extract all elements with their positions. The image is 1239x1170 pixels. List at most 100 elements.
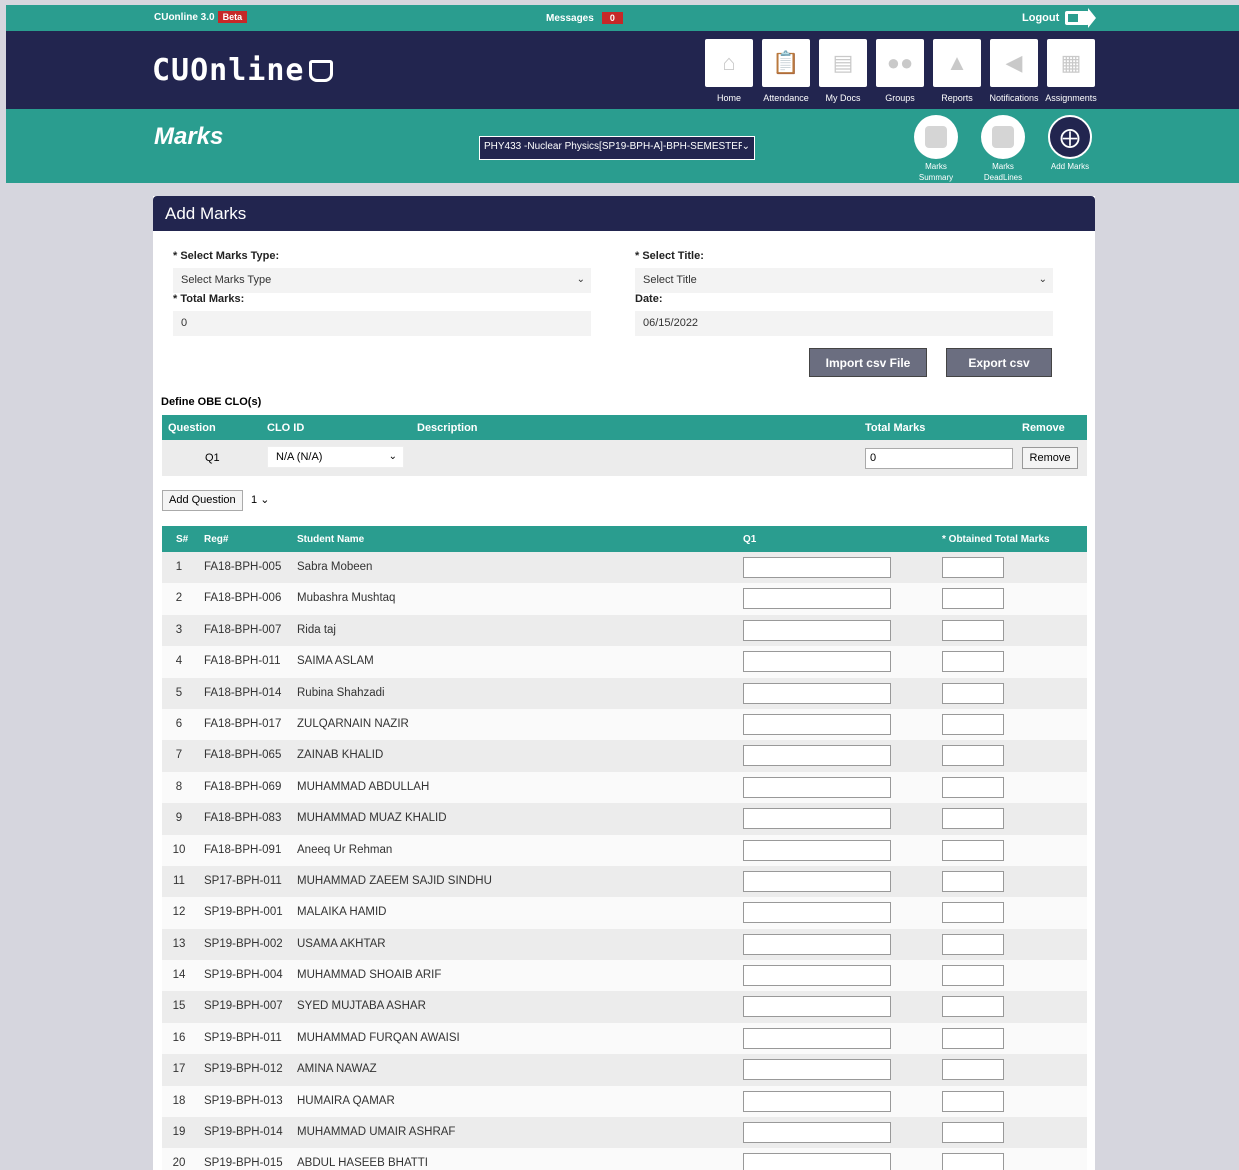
marks-deadlines-button[interactable]: Marks DeadLines bbox=[979, 115, 1027, 183]
obtained-total-input[interactable] bbox=[942, 745, 1004, 767]
obtained-total-input[interactable] bbox=[942, 619, 1004, 641]
table-row: 2 FA18-BPH-006 Mubashra Mushtaq bbox=[162, 583, 1087, 615]
student-name: ABDUL HASEEB BHATTI bbox=[297, 1157, 429, 1170]
serial-number: 20 bbox=[172, 1157, 186, 1170]
q1-marks-input[interactable] bbox=[743, 902, 891, 924]
logout-label: Logout bbox=[1022, 12, 1060, 24]
table-row: 5 FA18-BPH-014 Rubina Shahzadi bbox=[162, 677, 1087, 709]
add-marks-button[interactable]: ⨁ Add Marks bbox=[1046, 115, 1094, 183]
calendar-icon-shape bbox=[992, 126, 1014, 148]
obtained-total-input[interactable] bbox=[942, 776, 1004, 798]
obtained-total-input[interactable] bbox=[942, 588, 1004, 610]
obtained-total-input[interactable] bbox=[942, 651, 1004, 673]
student-name: HUMAIRA QAMAR bbox=[297, 1094, 395, 1107]
registration-number: SP19-BPH-004 bbox=[204, 969, 283, 982]
label-line: Marks bbox=[992, 162, 1014, 171]
page-band: Marks PHY433 -Nuclear Physics[SP19-BPH-A… bbox=[6, 109, 1239, 183]
summary-icon bbox=[914, 115, 958, 159]
course-select[interactable]: PHY433 -Nuclear Physics[SP19-BPH-A]-BPH-… bbox=[479, 136, 755, 160]
nav-label: Assignments bbox=[1045, 93, 1097, 103]
obtained-total-input[interactable] bbox=[942, 839, 1004, 861]
q1-marks-input[interactable] bbox=[743, 996, 891, 1018]
col-student-name: Student Name bbox=[297, 534, 365, 545]
nav-notifications[interactable]: ◀ Notifications bbox=[988, 39, 1040, 103]
messages-link[interactable]: Messages 0 bbox=[546, 12, 623, 24]
q1-marks-input[interactable] bbox=[743, 651, 891, 673]
q1-marks-input[interactable] bbox=[743, 776, 891, 798]
cuonline-logo[interactable]: CUOnline bbox=[152, 53, 333, 88]
nav-groups[interactable]: ●● Groups bbox=[874, 39, 926, 103]
q1-marks-input[interactable] bbox=[743, 745, 891, 767]
main-header: CUOnline ⌂ Home 📋 Attendance ▤ My Docs ●● Gr… bbox=[6, 31, 1239, 109]
q1-marks-input[interactable] bbox=[743, 713, 891, 735]
q1-marks-input[interactable] bbox=[743, 1153, 891, 1170]
obtained-total-input[interactable] bbox=[942, 870, 1004, 892]
label-line: DeadLines bbox=[983, 173, 1023, 182]
table-row: 9 FA18-BPH-083 MUHAMMAD MUAZ KHALID bbox=[162, 803, 1087, 835]
date-input[interactable]: 06/15/2022 bbox=[635, 311, 1053, 336]
obtained-total-input[interactable] bbox=[942, 1090, 1004, 1112]
q1-marks-input[interactable] bbox=[743, 808, 891, 830]
obtained-total-input[interactable] bbox=[942, 713, 1004, 735]
q1-marks-input[interactable] bbox=[743, 839, 891, 861]
add-question-button[interactable]: Add Question bbox=[162, 490, 243, 511]
marks-type-select[interactable]: Select Marks Type ⌄ bbox=[173, 268, 591, 293]
obtained-total-input[interactable] bbox=[942, 1059, 1004, 1081]
student-name: MUHAMMAD FURQAN AWAISI bbox=[297, 1031, 460, 1044]
logout-button[interactable]: Logout bbox=[1022, 8, 1097, 28]
clo-total-marks-input[interactable]: 0 bbox=[865, 448, 1013, 469]
obtained-total-input[interactable] bbox=[942, 933, 1004, 955]
title-value: Select Title bbox=[643, 274, 697, 286]
q1-marks-input[interactable] bbox=[743, 965, 891, 987]
student-name: Rida taj bbox=[297, 623, 336, 636]
student-name: SAIMA ASLAM bbox=[297, 655, 374, 668]
marks-summary-label: Marks Summary bbox=[912, 161, 960, 183]
messages-label: Messages bbox=[546, 13, 594, 24]
q1-marks-input[interactable] bbox=[743, 1090, 891, 1112]
serial-number: 14 bbox=[172, 969, 186, 982]
student-name: SYED MUJTABA ASHAR bbox=[297, 1000, 426, 1013]
export-csv-button[interactable]: Export csv bbox=[946, 348, 1052, 377]
obtained-total-input[interactable] bbox=[942, 902, 1004, 924]
title-select[interactable]: Select Title ⌄ bbox=[635, 268, 1053, 293]
q1-marks-input[interactable] bbox=[743, 682, 891, 704]
serial-number: 19 bbox=[172, 1126, 186, 1139]
serial-number: 4 bbox=[175, 655, 183, 668]
q1-marks-input[interactable] bbox=[743, 1122, 891, 1144]
obtained-total-input[interactable] bbox=[942, 808, 1004, 830]
serial-number: 13 bbox=[172, 937, 186, 950]
add-marks-label: Add Marks bbox=[1046, 161, 1094, 172]
obtained-total-input[interactable] bbox=[942, 1153, 1004, 1170]
obtained-total-input[interactable] bbox=[942, 682, 1004, 704]
marks-summary-button[interactable]: Marks Summary bbox=[912, 115, 960, 183]
nav-label: Reports bbox=[941, 93, 973, 103]
q1-marks-input[interactable] bbox=[743, 588, 891, 610]
logo-text: CUOnline bbox=[152, 53, 305, 88]
obtained-total-input[interactable] bbox=[942, 557, 1004, 578]
registration-number: FA18-BPH-091 bbox=[204, 843, 282, 856]
q1-marks-input[interactable] bbox=[743, 870, 891, 892]
col-clo-id: CLO ID bbox=[267, 422, 305, 434]
nav-home[interactable]: ⌂ Home bbox=[703, 39, 755, 103]
obtained-total-input[interactable] bbox=[942, 965, 1004, 987]
remove-button[interactable]: Remove bbox=[1022, 447, 1078, 469]
q1-marks-input[interactable] bbox=[743, 619, 891, 641]
nav-attendance[interactable]: 📋 Attendance bbox=[760, 39, 812, 103]
nav-my-docs[interactable]: ▤ My Docs bbox=[817, 39, 869, 103]
q1-marks-input[interactable] bbox=[743, 1059, 891, 1081]
total-marks-input[interactable]: 0 bbox=[173, 311, 591, 336]
q1-marks-input[interactable] bbox=[743, 933, 891, 955]
import-csv-button[interactable]: Import csv File bbox=[809, 348, 927, 377]
q1-marks-input[interactable] bbox=[743, 1027, 891, 1049]
docs-icon: ▤ bbox=[819, 39, 867, 87]
clo-id-select[interactable]: N/A (N/A) ⌄ bbox=[267, 446, 404, 468]
nav-reports[interactable]: ▲ Reports bbox=[931, 39, 983, 103]
nav-assignments[interactable]: ▦ Assignments bbox=[1045, 39, 1097, 103]
obtained-total-input[interactable] bbox=[942, 1027, 1004, 1049]
obtained-total-input[interactable] bbox=[942, 996, 1004, 1018]
student-name: ZAINAB KHALID bbox=[297, 749, 384, 762]
brand-text: CUonline 3.0 bbox=[154, 12, 215, 23]
q1-marks-input[interactable] bbox=[743, 557, 891, 578]
question-count-select[interactable]: 1 ⌄ bbox=[247, 490, 281, 511]
obtained-total-input[interactable] bbox=[942, 1122, 1004, 1144]
